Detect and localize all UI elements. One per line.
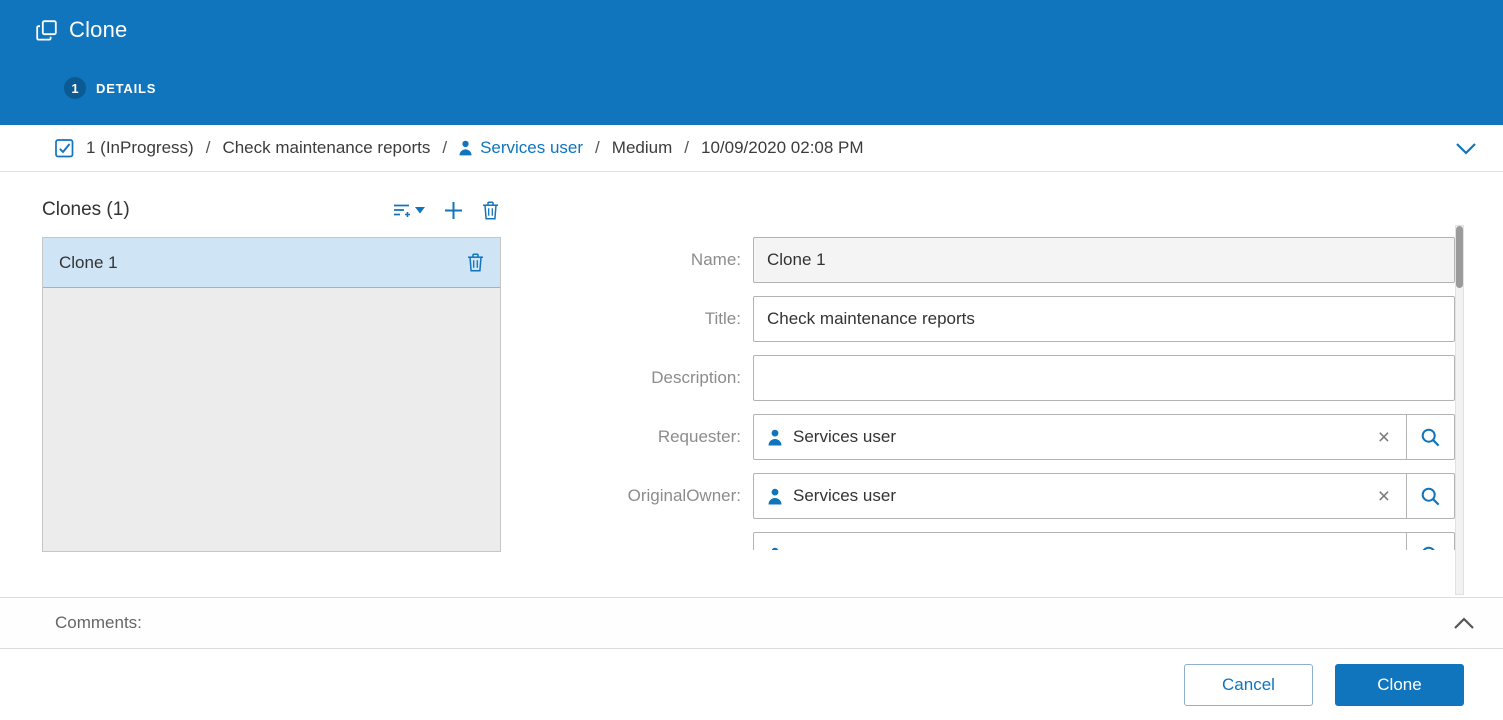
form-row-original-owner: OriginalOwner: Services user × — [541, 473, 1455, 519]
requester-label: Requester: — [541, 414, 753, 460]
breadcrumb-record-id: 1 (InProgress) — [86, 138, 194, 158]
clear-icon[interactable]: × — [1376, 486, 1392, 507]
cancel-button[interactable]: Cancel — [1184, 664, 1313, 706]
form-scrollbar[interactable] — [1455, 225, 1464, 595]
requester-input[interactable]: Services user × — [753, 414, 1407, 460]
checkbox-icon — [55, 139, 74, 158]
title-input[interactable] — [753, 296, 1455, 342]
original-owner-search-button[interactable] — [1407, 473, 1455, 519]
breadcrumb-separator: / — [206, 138, 211, 158]
clipped-person-input[interactable]: × — [753, 532, 1407, 550]
title-label: Title: — [541, 296, 753, 342]
search-icon — [1420, 486, 1441, 507]
add-clone-button[interactable] — [444, 201, 463, 220]
clones-panel: Clones (1) — [42, 199, 501, 597]
dialog-footer: Cancel Clone — [0, 649, 1503, 720]
wizard-steps: 1 DETAILS — [36, 77, 1503, 99]
chevron-down-icon — [1455, 142, 1477, 155]
breadcrumb-separator: / — [684, 138, 689, 158]
form-row-clipped: × — [541, 532, 1455, 550]
breadcrumb-record-title: Check maintenance reports — [222, 138, 430, 158]
clone-button[interactable]: Clone — [1335, 664, 1464, 706]
step-label: DETAILS — [96, 81, 156, 96]
requester-value: Services user — [793, 427, 1365, 447]
clone-copy-icon — [36, 20, 57, 41]
clipped-search-button[interactable] — [1407, 532, 1455, 550]
dialog-title: Clone — [69, 17, 127, 43]
search-icon — [1420, 427, 1441, 448]
person-icon — [768, 429, 782, 446]
description-input[interactable] — [753, 355, 1455, 401]
delete-item-button[interactable] — [467, 253, 484, 272]
delete-clone-button[interactable] — [482, 201, 499, 220]
original-owner-label: OriginalOwner: — [541, 473, 753, 519]
form-row-name: Name: — [541, 237, 1455, 283]
original-owner-value: Services user — [793, 486, 1365, 506]
form-row-description: Description: — [541, 355, 1455, 401]
search-icon — [1420, 545, 1441, 551]
filter-button[interactable] — [393, 203, 425, 219]
name-input[interactable] — [753, 237, 1455, 283]
clone-form: Name: Title: Description: Requester: — [541, 199, 1455, 597]
comments-label: Comments: — [55, 613, 142, 633]
filter-lines-icon — [393, 203, 410, 219]
breadcrumb-priority: Medium — [612, 138, 672, 158]
comments-section: Comments: — [0, 597, 1503, 649]
trash-icon — [467, 253, 484, 272]
plus-icon — [444, 201, 463, 220]
person-icon — [768, 547, 782, 551]
name-label: Name: — [541, 237, 753, 283]
breadcrumb-datetime: 10/09/2020 02:08 PM — [701, 138, 864, 158]
clone-item-label: Clone 1 — [59, 253, 467, 273]
caret-down-icon — [415, 207, 425, 214]
form-rows: Name: Title: Description: Requester: — [541, 237, 1455, 550]
scrollbar-thumb[interactable] — [1456, 226, 1463, 288]
breadcrumb-user-label: Services user — [480, 138, 583, 158]
record-breadcrumb: 1 (InProgress) / Check maintenance repor… — [0, 125, 1503, 172]
clear-icon[interactable]: × — [1376, 427, 1392, 448]
clone-details-section: Clones (1) — [0, 172, 1503, 597]
clones-toolbar — [393, 199, 501, 220]
breadcrumb-separator: / — [595, 138, 600, 158]
clone-list: Clone 1 — [42, 237, 501, 552]
breadcrumb-user-link[interactable]: Services user — [459, 138, 583, 158]
clones-panel-title: Clones (1) — [42, 199, 130, 221]
clear-icon[interactable]: × — [1376, 545, 1392, 551]
clipped-label — [541, 532, 753, 550]
dialog-header: Clone 1 DETAILS — [0, 0, 1503, 125]
trash-icon — [482, 201, 499, 220]
description-label: Description: — [541, 355, 753, 401]
step-number-badge: 1 — [64, 77, 86, 99]
original-owner-input[interactable]: Services user × — [753, 473, 1407, 519]
person-icon — [768, 488, 782, 505]
comments-collapse-button[interactable] — [1453, 617, 1475, 630]
breadcrumb-separator: / — [442, 138, 447, 158]
requester-search-button[interactable] — [1407, 414, 1455, 460]
breadcrumb-expand-button[interactable] — [1455, 142, 1477, 155]
clone-list-item-selected[interactable]: Clone 1 — [43, 238, 500, 288]
form-row-requester: Requester: Services user × — [541, 414, 1455, 460]
form-row-title: Title: — [541, 296, 1455, 342]
chevron-up-icon — [1453, 617, 1475, 630]
person-icon — [459, 140, 472, 156]
